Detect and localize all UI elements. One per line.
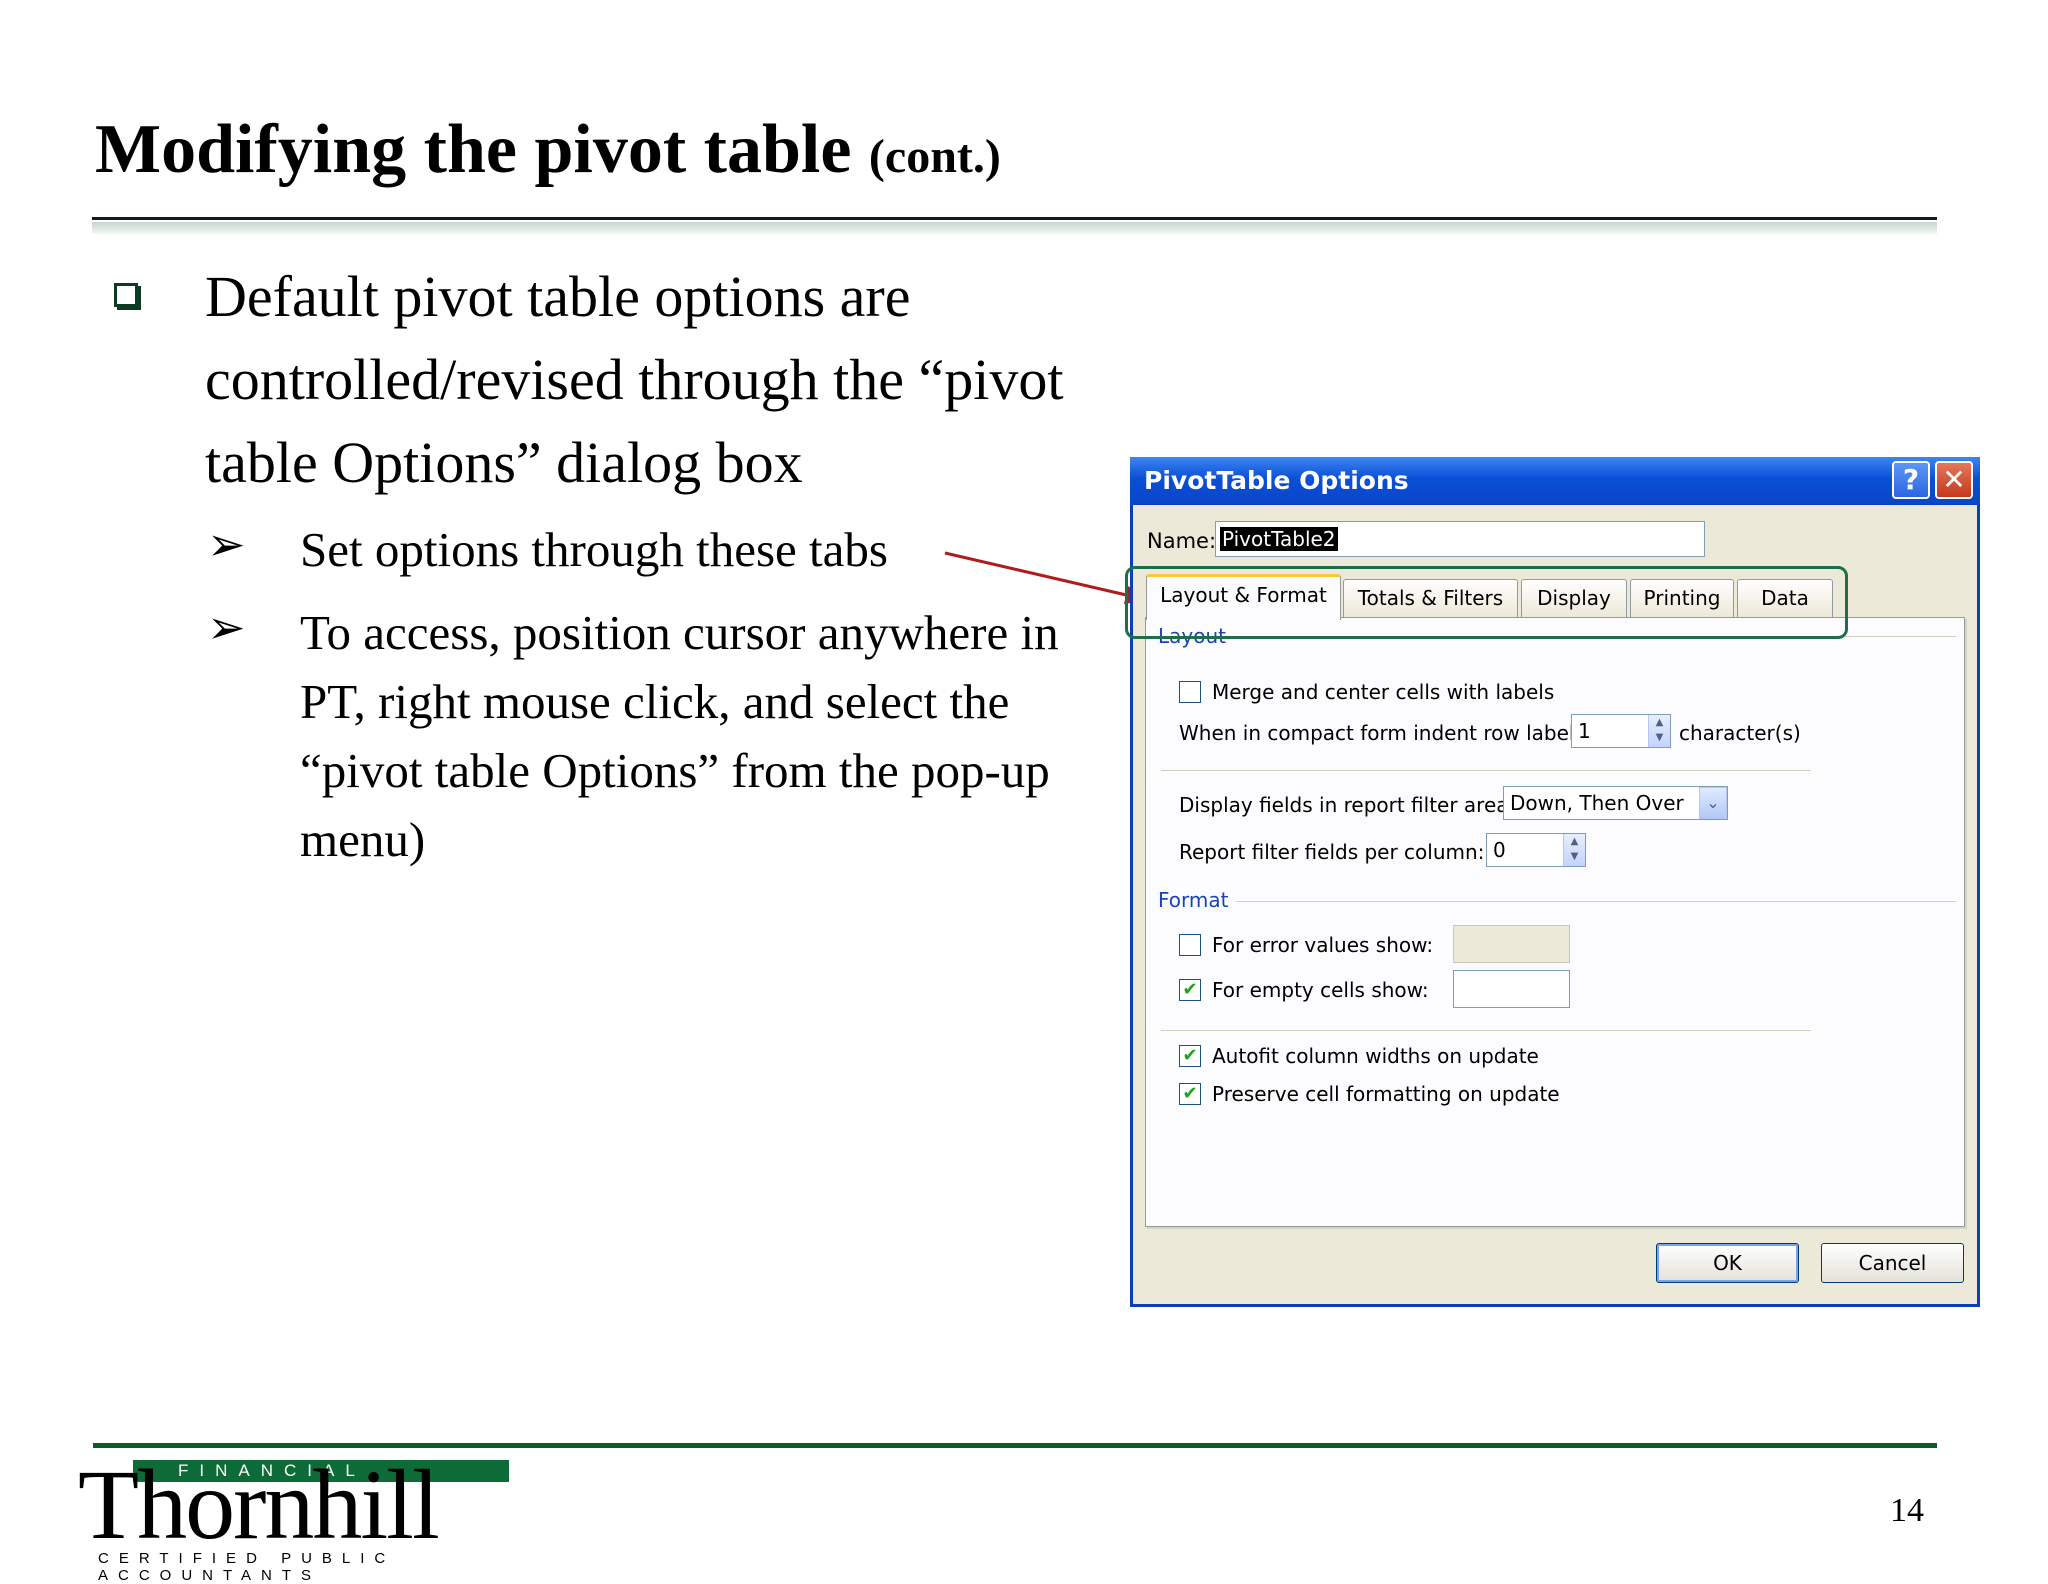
tabs-highlight-box [1125, 566, 1848, 639]
company-logo: FINANCIAL Thornhill CERTIFIED PUBLIC ACC… [78, 1449, 518, 1584]
indent-suffix: character(s) [1679, 721, 1801, 745]
indent-label: When in compact form indent row labels: [1179, 721, 1592, 745]
error-values-label: For error values show: [1212, 933, 1434, 957]
empty-cells-checkbox[interactable]: ✔ [1179, 979, 1201, 1001]
close-button[interactable]: ✕ [1935, 461, 1973, 499]
name-label: Name: [1147, 529, 1217, 553]
footer-rule [93, 1443, 1937, 1448]
check-icon: ✔ [1182, 1045, 1198, 1066]
dialog-title: PivotTable Options [1144, 466, 1409, 495]
display-fields-label: Display fields in report filter area: [1179, 793, 1516, 817]
autofit-label: Autofit column widths on update [1212, 1044, 1539, 1068]
separator-line [1161, 770, 1811, 771]
check-icon: ✔ [1182, 1083, 1198, 1104]
display-fields-select[interactable]: Down, Then Over ⌄ [1503, 786, 1728, 820]
indent-value: 1 [1578, 719, 1591, 743]
merge-center-checkbox[interactable] [1179, 681, 1201, 703]
page-number: 14 [1890, 1492, 1924, 1529]
spin-up-icon[interactable]: ▲ [1649, 715, 1670, 730]
ok-button[interactable]: OK [1656, 1243, 1799, 1283]
empty-cells-input[interactable] [1453, 970, 1570, 1008]
separator-line [1161, 1030, 1811, 1031]
indent-input[interactable]: 1 ▲ ▼ [1571, 714, 1671, 748]
error-values-checkbox[interactable] [1179, 934, 1201, 956]
filter-fields-input[interactable]: 0 ▲ ▼ [1486, 833, 1586, 867]
filter-fields-label: Report filter fields per column: [1179, 840, 1485, 864]
help-button[interactable]: ? [1892, 461, 1930, 499]
preserve-formatting-checkbox[interactable]: ✔ [1179, 1083, 1201, 1105]
cancel-button[interactable]: Cancel [1821, 1243, 1964, 1283]
display-fields-value: Down, Then Over [1510, 791, 1684, 815]
name-value: PivotTable2 [1220, 527, 1338, 551]
merge-center-label: Merge and center cells with labels [1212, 680, 1555, 704]
logo-tagline: CERTIFIED PUBLIC ACCOUNTANTS [98, 1550, 396, 1584]
indent-spinner[interactable]: ▲ ▼ [1648, 715, 1670, 747]
name-input[interactable]: PivotTable2 [1215, 521, 1705, 557]
filter-fields-spinner[interactable]: ▲ ▼ [1563, 834, 1585, 866]
close-icon: ✕ [1942, 463, 1966, 496]
autofit-checkbox[interactable]: ✔ [1179, 1045, 1201, 1067]
layout-format-panel: Layout Merge and center cells with label… [1145, 617, 1965, 1227]
format-group-line [1236, 901, 1956, 902]
filter-fields-value: 0 [1493, 838, 1506, 862]
error-values-input[interactable] [1453, 925, 1570, 963]
logo-wordmark: Thornhill [78, 1449, 440, 1560]
help-icon: ? [1902, 463, 1920, 496]
spin-down-icon[interactable]: ▼ [1564, 849, 1585, 864]
dialog-titlebar[interactable]: PivotTable Options ? ✕ [1130, 457, 1980, 505]
spin-up-icon[interactable]: ▲ [1564, 834, 1585, 849]
preserve-formatting-label: Preserve cell formatting on update [1212, 1082, 1560, 1106]
check-icon: ✔ [1182, 979, 1198, 1000]
chevron-down-icon[interactable]: ⌄ [1699, 787, 1727, 819]
format-group-label: Format [1158, 888, 1229, 912]
empty-cells-label: For empty cells show: [1212, 978, 1429, 1002]
spin-down-icon[interactable]: ▼ [1649, 730, 1670, 745]
